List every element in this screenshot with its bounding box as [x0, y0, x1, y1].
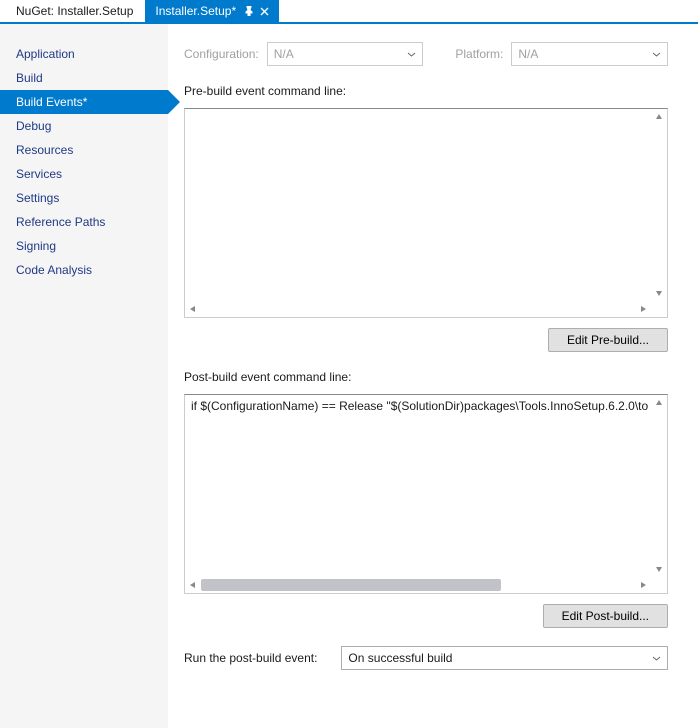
scroll-down-icon[interactable]	[651, 285, 667, 301]
close-icon[interactable]	[260, 7, 269, 16]
nav-item-resources[interactable]: Resources	[0, 138, 168, 162]
platform-label: Platform:	[455, 47, 503, 61]
tab-strip: NuGet: Installer.Setup Installer.Setup*	[0, 0, 698, 24]
nav-item-label: Build	[16, 71, 43, 85]
nav-item-label: Signing	[16, 239, 56, 253]
platform-value: N/A	[518, 47, 538, 61]
config-platform-row: Configuration: N/A Platform: N/A	[184, 42, 668, 66]
nav-item-debug[interactable]: Debug	[0, 114, 168, 138]
nav-item-label: Settings	[16, 191, 59, 205]
pre-build-label: Pre-build event command line:	[184, 84, 668, 98]
nav-item-application[interactable]: Application	[0, 42, 168, 66]
chevron-down-icon	[651, 653, 661, 663]
nav-item-label: Reference Paths	[16, 215, 105, 229]
configuration-dropdown[interactable]: N/A	[267, 42, 424, 66]
nav-item-signing[interactable]: Signing	[0, 234, 168, 258]
run-post-build-value: On successful build	[348, 651, 452, 665]
edit-post-build-button[interactable]: Edit Post-build...	[543, 604, 668, 628]
nav-item-reference-paths[interactable]: Reference Paths	[0, 210, 168, 234]
chevron-down-icon	[651, 49, 661, 59]
pre-build-textarea-container	[184, 108, 668, 318]
pin-icon[interactable]	[244, 6, 254, 16]
tab-title: Installer.Setup*	[155, 4, 236, 18]
scroll-left-icon[interactable]	[185, 301, 201, 317]
scroll-left-icon[interactable]	[185, 577, 201, 593]
edit-pre-build-button[interactable]: Edit Pre-build...	[548, 328, 668, 352]
scroll-up-icon[interactable]	[651, 395, 667, 411]
chevron-down-icon	[406, 49, 416, 59]
pre-build-textarea[interactable]	[185, 109, 651, 301]
property-page-nav: Application Build Build Events* Debug Re…	[0, 24, 168, 728]
nav-item-settings[interactable]: Settings	[0, 186, 168, 210]
tab-nuget-installer-setup[interactable]: NuGet: Installer.Setup	[6, 0, 143, 22]
nav-item-code-analysis[interactable]: Code Analysis	[0, 258, 168, 282]
main-container: Application Build Build Events* Debug Re…	[0, 24, 698, 728]
nav-item-label: Services	[16, 167, 62, 181]
nav-item-label: Application	[16, 47, 75, 61]
scroll-right-icon[interactable]	[635, 577, 651, 593]
nav-item-build-events[interactable]: Build Events*	[0, 90, 168, 114]
nav-item-label: Debug	[16, 119, 51, 133]
build-events-page: Configuration: N/A Platform: N/A Pre-bui…	[168, 24, 698, 728]
tab-installer-setup[interactable]: Installer.Setup*	[145, 0, 279, 22]
nav-item-label: Resources	[16, 143, 73, 157]
nav-item-label: Code Analysis	[16, 263, 92, 277]
configuration-value: N/A	[274, 47, 294, 61]
nav-item-build[interactable]: Build	[0, 66, 168, 90]
tab-title: NuGet: Installer.Setup	[16, 4, 133, 18]
post-build-label: Post-build event command line:	[184, 370, 668, 384]
post-build-textarea-container: if $(ConfigurationName) == Release "$(So…	[184, 394, 668, 594]
scroll-right-icon[interactable]	[635, 301, 651, 317]
run-post-build-select[interactable]: On successful build	[341, 646, 668, 670]
nav-item-services[interactable]: Services	[0, 162, 168, 186]
platform-dropdown[interactable]: N/A	[511, 42, 668, 66]
configuration-label: Configuration:	[184, 47, 259, 61]
post-build-textarea[interactable]: if $(ConfigurationName) == Release "$(So…	[185, 395, 651, 577]
scroll-up-icon[interactable]	[651, 109, 667, 125]
run-post-build-row: Run the post-build event: On successful …	[184, 646, 668, 670]
nav-item-label: Build Events*	[16, 95, 87, 109]
run-post-build-label: Run the post-build event:	[184, 651, 317, 665]
hscroll-thumb[interactable]	[201, 579, 501, 591]
scroll-down-icon[interactable]	[651, 561, 667, 577]
